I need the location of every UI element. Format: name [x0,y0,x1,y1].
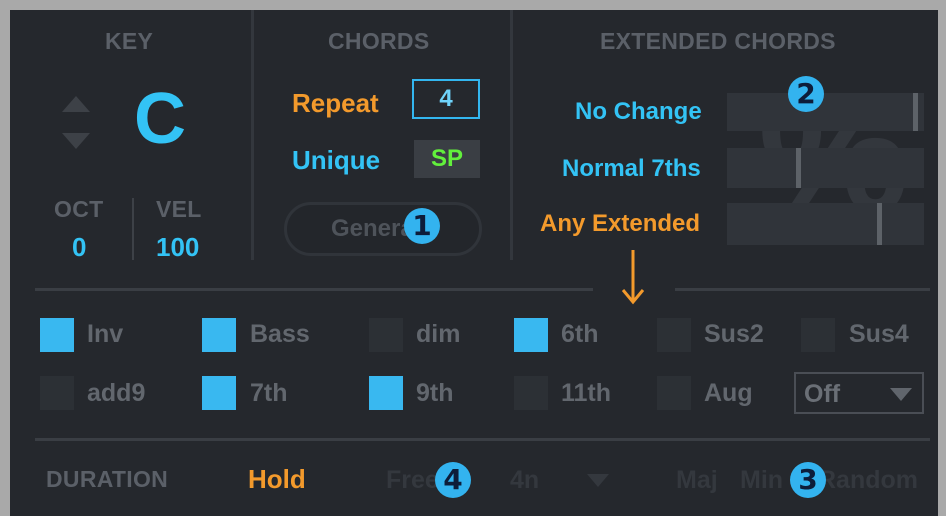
dim-label: dim [416,320,461,348]
normal-7ths-slider-handle[interactable] [796,148,801,188]
bass-label: Bass [250,320,310,348]
9th-checkbox[interactable] [369,376,403,410]
no-change-slider-handle[interactable] [913,93,918,131]
oct-label: OCT [54,196,104,222]
repeat-label: Repeat [292,88,379,118]
option-dropdown[interactable]: Off [794,372,924,414]
extended-chords-header: EXTENDED CHORDS [600,28,836,54]
oct-value[interactable]: 0 [72,232,86,263]
sus2-label: Sus2 [704,320,764,348]
7th-checkbox[interactable] [202,376,236,410]
sus4-checkbox[interactable] [801,318,835,352]
duration-divider [35,438,930,441]
key-value[interactable]: C [134,78,186,160]
6th-checkbox[interactable] [514,318,548,352]
6th-label: 6th [561,320,599,348]
add9-label: add9 [87,379,146,407]
normal-7ths-label: Normal 7ths [562,155,701,182]
add9-checkbox[interactable] [40,376,74,410]
dim-checkbox[interactable] [369,318,403,352]
no-change-slider[interactable] [727,93,924,131]
note-length-value[interactable]: 4n [510,466,539,495]
chevron-down-icon [890,388,912,401]
no-change-label: No Change [575,98,702,125]
key-down-arrow-icon[interactable] [62,133,90,149]
vel-label: VEL [156,196,202,222]
key-up-arrow-icon[interactable] [62,96,90,112]
aug-label: Aug [704,379,753,407]
down-arrow-icon [621,250,645,305]
bass-checkbox[interactable] [202,318,236,352]
inv-checkbox[interactable] [40,318,74,352]
callout-badge-2: 2 [788,76,824,112]
7th-label: 7th [250,379,288,407]
inv-label: Inv [87,320,124,348]
callout-badge-3: 3 [790,462,826,498]
repeat-value-field[interactable]: 4 [412,79,480,119]
any-extended-slider[interactable] [727,203,924,245]
free-option[interactable]: Free [386,466,439,495]
vel-value[interactable]: 100 [156,232,199,263]
maj-option[interactable]: Maj [676,466,718,495]
unique-label: Unique [292,145,381,175]
section-divider-1 [251,10,254,260]
note-length-chevron-icon[interactable] [587,474,609,487]
11th-checkbox[interactable] [514,376,548,410]
options-divider-right [675,288,930,291]
any-extended-label: Any Extended [540,210,701,237]
any-extended-slider-handle[interactable] [877,203,882,245]
chords-header: CHORDS [328,28,430,54]
sus2-checkbox[interactable] [657,318,691,352]
callout-badge-4: 4 [435,462,471,498]
key-header: KEY [105,28,154,54]
unique-mode-button[interactable]: SP [414,140,480,178]
chord-generator-panel: KEY C OCT 0 VEL 100 CHORDS Repeat 4 Uniq… [10,10,938,516]
section-divider-2 [510,10,513,260]
min-option[interactable]: Min [740,466,783,495]
11th-label: 11th [561,379,612,407]
generate-button[interactable]: Generate [284,202,482,256]
options-divider-left [35,288,593,291]
hold-option[interactable]: Hold [248,464,306,495]
callout-badge-1: 1 [404,208,440,244]
random-option[interactable]: Random [818,466,918,495]
option-dropdown-value: Off [804,380,841,408]
normal-7ths-slider[interactable] [727,148,924,188]
oct-vel-divider [132,198,134,260]
9th-label: 9th [416,379,454,407]
aug-checkbox[interactable] [657,376,691,410]
duration-label: DURATION [46,466,169,492]
sus4-label: Sus4 [849,320,909,348]
